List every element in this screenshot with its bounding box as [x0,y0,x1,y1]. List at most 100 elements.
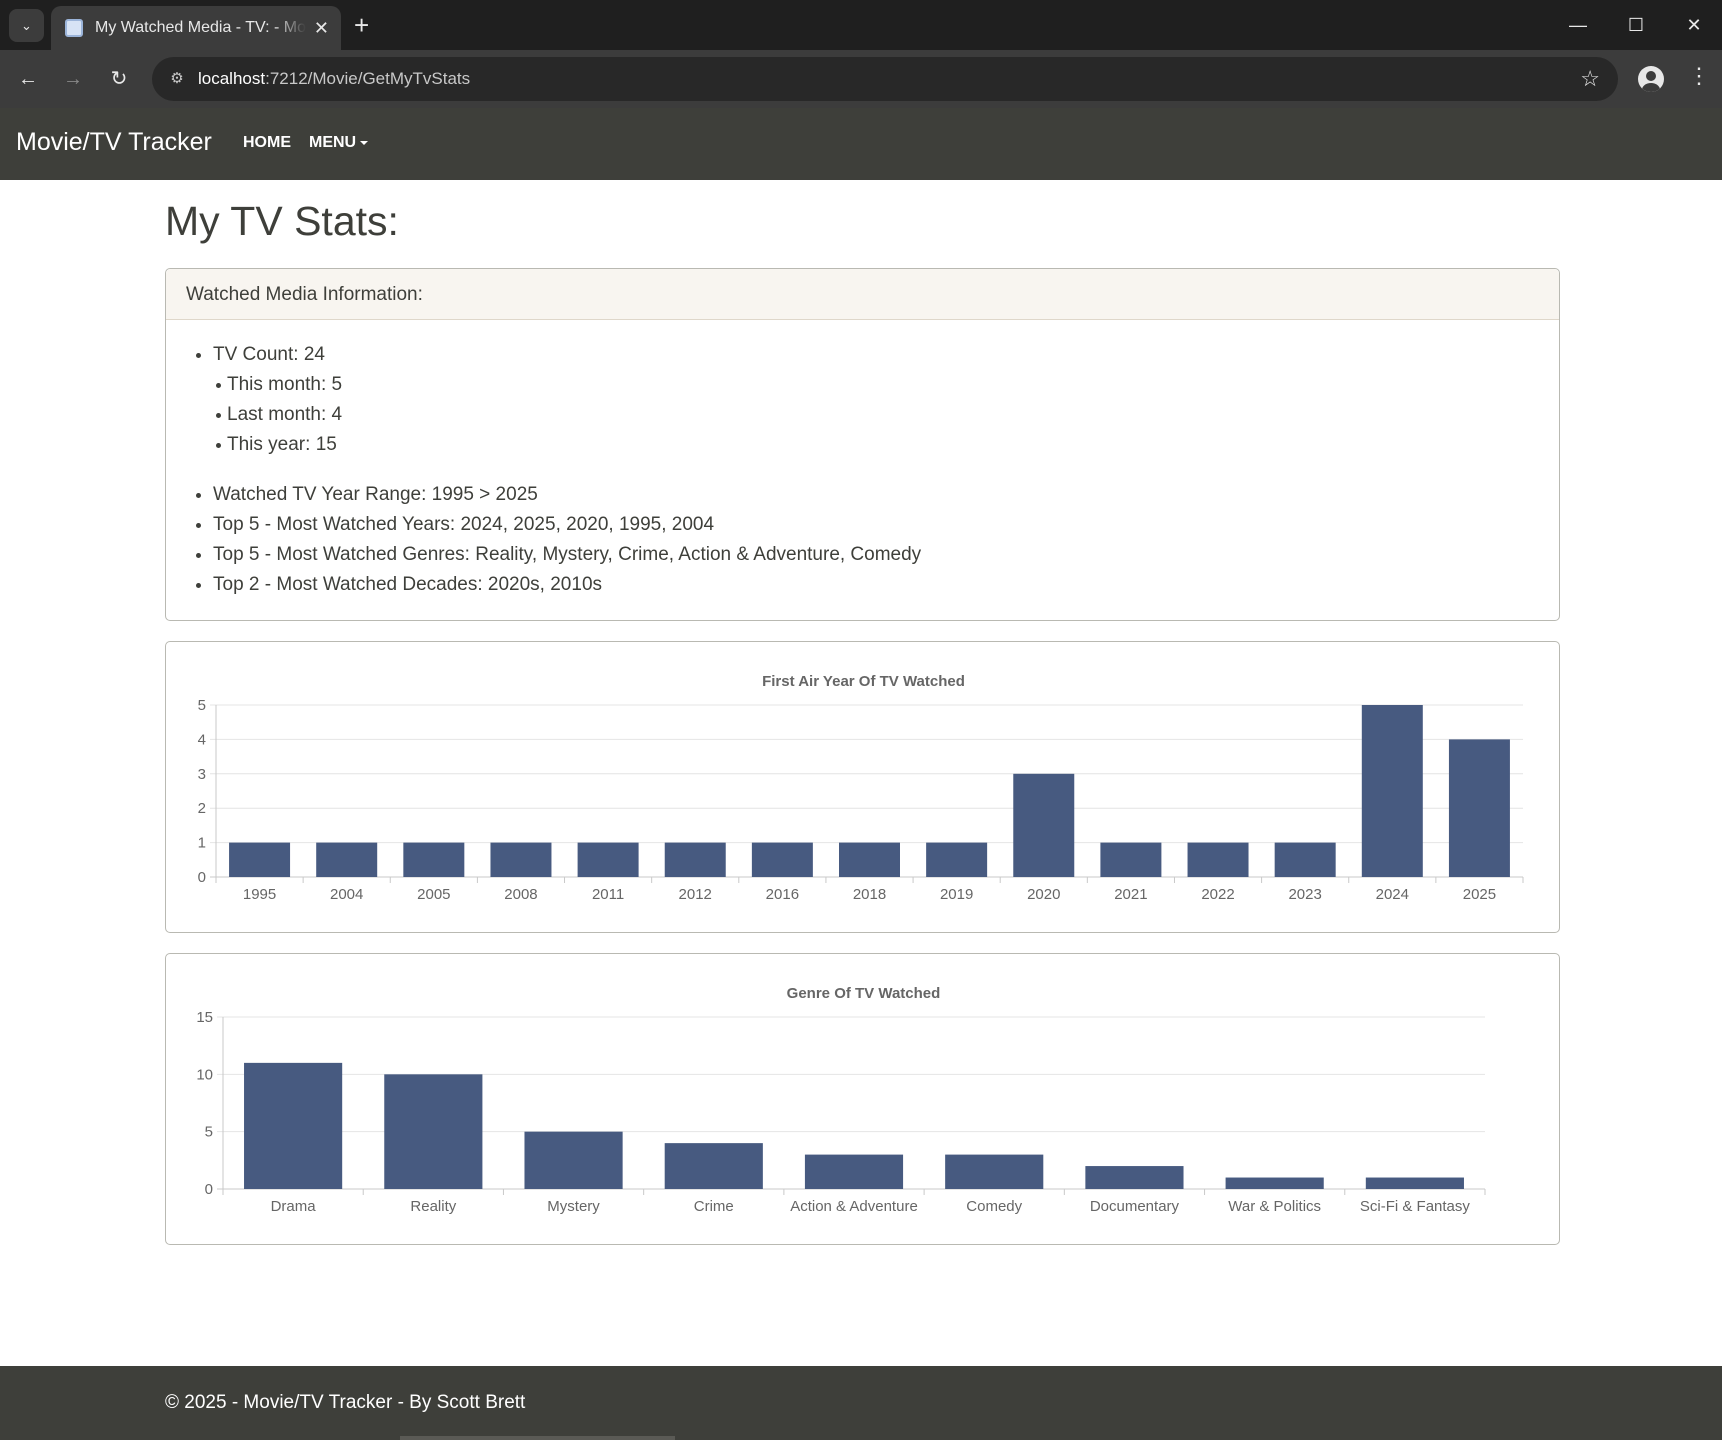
kebab-menu-icon[interactable]: ⋮ [1688,63,1710,89]
profile-icon[interactable] [1638,66,1664,92]
maximize-button[interactable]: ☐ [1613,8,1659,42]
this-year-count: This year: 15 [216,430,1559,460]
x-tick-label: 2016 [766,886,799,903]
bar[interactable] [926,842,988,877]
bar[interactable] [384,1074,483,1189]
nav-home-link[interactable]: HOME [243,134,291,152]
nav-menu-label: MENU [309,134,357,151]
chevron-down-icon: ⌄ [21,17,32,33]
tv-count: TV Count: 24 [213,344,325,365]
list-item: TV Count: 24 This month: 5 Last month: 4… [213,340,1559,460]
bar[interactable] [945,1154,1044,1189]
y-tick-label: 0 [205,1181,213,1198]
x-tick-label: 2011 [592,886,624,903]
tab-search-button[interactable]: ⌄ [9,9,44,42]
y-tick-label: 0 [198,869,206,886]
bar[interactable] [1365,1177,1464,1189]
bar[interactable] [577,842,639,877]
info-list: TV Count: 24 This month: 5 Last month: 4… [166,320,1559,600]
x-tick-label: 2021 [1114,886,1147,903]
bar[interactable] [839,842,900,877]
bar[interactable] [490,842,552,877]
back-button[interactable]: ← [12,63,44,95]
arrow-right-icon: → [63,68,83,90]
x-tick-label: Documentary [1090,1198,1180,1215]
close-icon: ✕ [1686,15,1702,35]
tab-title: My Watched Media - TV: - Movie/TV Tracke… [95,19,306,36]
y-tick-label: 5 [205,1124,213,1141]
y-tick-label: 5 [198,697,206,714]
browser-tab[interactable]: My Watched Media - TV: - Movie/TV Tracke… [51,6,341,50]
x-tick-label: Action & Adventure [790,1198,918,1215]
bar[interactable] [229,842,291,877]
x-tick-label: Sci-Fi & Fantasy [1360,1198,1471,1215]
bar[interactable] [664,842,726,877]
url-host: localhost [198,69,266,88]
window-close-button[interactable]: ✕ [1671,8,1717,42]
app-navbar: Movie/TV Tracker HOME MENU [0,108,1722,180]
bar[interactable] [244,1062,343,1189]
bar[interactable] [1274,842,1336,877]
y-tick-label: 2 [198,800,206,817]
y-tick-label: 10 [196,1066,213,1083]
x-tick-label: 2018 [853,886,886,903]
bar[interactable] [403,842,465,877]
bar[interactable] [1187,842,1249,877]
x-tick-label: 2024 [1376,886,1409,903]
new-tab-button[interactable]: + [354,10,369,40]
bar[interactable] [1361,705,1423,877]
y-tick-label: 1 [198,835,206,852]
top-years: Top 5 - Most Watched Years: 2024, 2025, … [213,510,1559,540]
first-air-year-chart-card: First Air Year Of TV Watched 0 1 2 3 4 5 1995 20… [165,641,1560,933]
close-icon[interactable]: ✕ [314,18,329,39]
x-tick-label: 2025 [1463,886,1496,903]
x-tick-label: 1995 [243,886,276,903]
bar[interactable] [664,1143,763,1189]
bar[interactable] [1448,739,1510,877]
card-header: Watched Media Information: [166,269,1559,320]
bar[interactable] [1100,842,1162,877]
page-favicon-icon [65,19,83,37]
bar[interactable] [751,842,813,877]
x-tick-label: War & Politics [1228,1198,1321,1215]
footer-text: © 2025 - Movie/TV Tracker - By Scott Bre… [165,1392,526,1413]
bar[interactable] [1013,773,1075,877]
star-icon[interactable]: ☆ [1580,66,1600,92]
genre-chart: Genre Of TV Watched 0 5 10 15 Drama Reality Mys… [196,985,1486,1215]
reload-icon: ↻ [110,68,128,90]
bar[interactable] [804,1154,904,1189]
caret-down-icon [360,140,369,145]
address-bar[interactable]: ⚙ localhost:7212/Movie/GetMyTvStats ☆ [152,57,1618,101]
maximize-icon: ☐ [1627,15,1645,35]
top-genres: Top 5 - Most Watched Genres: Reality, My… [213,540,1559,570]
arrow-left-icon: ← [18,68,38,90]
brand-link[interactable]: Movie/TV Tracker [16,128,212,157]
forward-button[interactable]: → [57,63,89,95]
bar[interactable] [1085,1166,1184,1189]
bar[interactable] [1225,1177,1324,1189]
minimize-button[interactable]: — [1555,8,1601,42]
watched-media-info-card: Watched Media Information: TV Count: 24 … [165,268,1560,621]
x-tick-label: Comedy [966,1198,1022,1215]
bar[interactable] [524,1131,623,1189]
site-info-icon[interactable]: ⚙ [166,68,188,90]
plus-icon: + [354,10,370,40]
genre-chart-card: Genre Of TV Watched 0 5 10 15 Drama Reality Mys… [165,953,1560,1245]
minimize-icon: — [1569,15,1587,35]
reload-button[interactable]: ↻ [103,63,135,95]
x-tick-label: Drama [271,1198,317,1215]
x-tick-label: Mystery [547,1198,600,1215]
x-tick-label: 2019 [940,886,973,903]
x-tick-label: 2020 [1027,886,1060,903]
tv-count-breakdown: This month: 5 Last month: 4 This year: 1… [213,370,1559,460]
last-month-count: Last month: 4 [216,400,1559,430]
horizontal-scrollbar[interactable] [400,1436,675,1440]
url-text: localhost:7212/Movie/GetMyTvStats [198,69,470,89]
x-tick-label: 2008 [504,886,537,903]
x-tick-label: 2005 [417,886,450,903]
x-tick-label: 2012 [679,886,712,903]
nav-menu-dropdown[interactable]: MENU [309,134,369,152]
bar[interactable] [316,842,378,877]
year-range: Watched TV Year Range: 1995 > 2025 [213,480,1559,510]
x-tick-label: 2023 [1288,886,1321,903]
